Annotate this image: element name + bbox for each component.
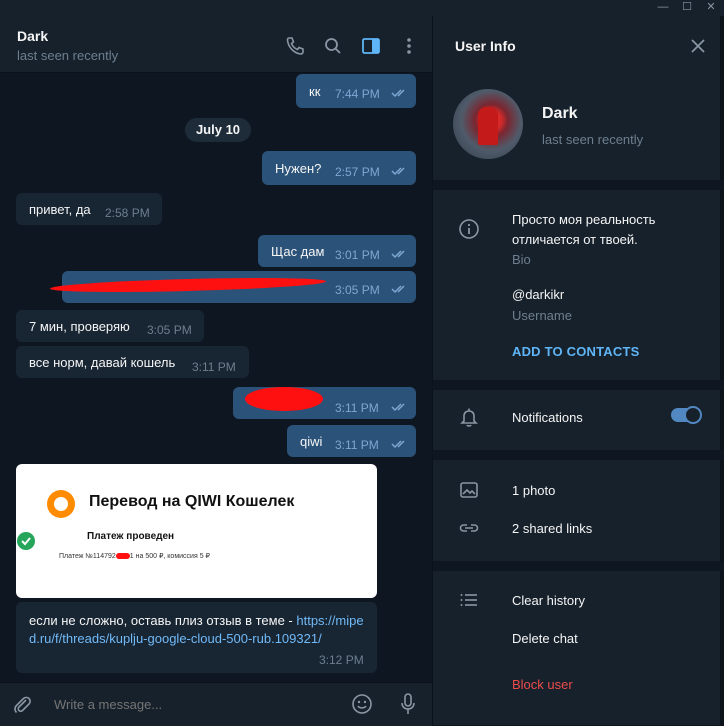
minimize-button[interactable]: — <box>652 0 674 16</box>
message-input[interactable] <box>52 696 336 713</box>
qiwi-title: Перевод на QIWI Кошелек <box>89 493 295 510</box>
message-text: привет, да <box>29 202 91 217</box>
payment-status: Платеж проведен <box>87 531 175 542</box>
message-time: 3:05 PM <box>147 323 192 337</box>
message-bubble[interactable]: все норм, давай кошель 3:11 PM <box>16 346 249 378</box>
double-check-icon <box>391 440 405 449</box>
redaction-mark <box>245 387 323 411</box>
emoji-icon[interactable] <box>351 693 373 715</box>
delete-chat-button[interactable]: Delete chat <box>512 631 578 646</box>
redaction-mark <box>115 553 130 560</box>
message-time: 3:11 PM <box>335 438 379 452</box>
message-text: Нужен? <box>275 161 322 176</box>
section-divider <box>433 180 724 190</box>
shared-photos[interactable]: 1 photo <box>512 483 555 498</box>
message-text: Щас дам <box>271 244 325 259</box>
date-separator: July 10 <box>185 118 251 142</box>
chat-header[interactable]: Dark last seen recently <box>0 16 432 73</box>
close-icon[interactable] <box>688 36 708 56</box>
chat-title[interactable]: Dark <box>17 28 48 44</box>
payment-detail-suffix: 1 на 500 ₽, комиссия 5 ₽ <box>129 553 210 560</box>
user-name: Dark <box>542 105 578 122</box>
message-bubble[interactable]: если не сложно, оставь плиз отзыв в теме… <box>16 602 377 673</box>
compose-bar <box>0 682 432 726</box>
user-status: last seen recently <box>542 132 644 147</box>
user-info-panel: User Info Dark last seen recently Просто… <box>433 16 724 725</box>
close-window-button[interactable]: ✕ <box>700 0 722 16</box>
search-icon[interactable] <box>322 35 344 57</box>
block-user-button[interactable]: Block user <box>512 677 573 692</box>
photo-message[interactable]: Перевод на QIWI Кошелек Платеж проведен … <box>16 464 377 598</box>
message-text: qiwi <box>300 434 323 449</box>
panel-title: User Info <box>455 38 516 54</box>
message-time: 3:11 PM <box>335 401 379 415</box>
message-time: 2:57 PM <box>335 165 380 179</box>
avatar[interactable] <box>453 89 523 159</box>
list-icon <box>460 594 477 606</box>
window-titlebar: — ☐ ✕ <box>0 0 724 16</box>
message-text: если не сложно, оставь плиз отзыв в теме… <box>29 612 369 648</box>
message-time: 3:12 PM <box>319 653 364 667</box>
chat-status: last seen recently <box>17 48 119 63</box>
message-list[interactable]: кк 7:44 PM July 10 Нужен? 2:57 PM привет… <box>0 73 432 681</box>
notifications-toggle[interactable] <box>671 406 702 424</box>
clear-history-button[interactable]: Clear history <box>512 593 585 608</box>
maximize-button[interactable]: ☐ <box>676 0 698 16</box>
message-bubble[interactable]: Щас дам 3:01 PM <box>258 235 416 267</box>
message-bubble[interactable]: qiwi 3:11 PM <box>287 425 416 457</box>
photo-icon <box>460 482 478 498</box>
payment-detail-prefix: Платеж №114792 <box>59 553 116 560</box>
message-text: кк <box>309 84 321 99</box>
double-check-icon <box>391 403 405 412</box>
message-text: все норм, давай кошель <box>29 355 176 370</box>
more-icon[interactable] <box>398 35 420 57</box>
sidebar-toggle-icon[interactable] <box>360 35 382 57</box>
success-check-icon <box>17 532 35 550</box>
message-body: если не сложно, оставь плиз отзыв в теме… <box>29 613 297 628</box>
double-check-icon <box>391 250 405 259</box>
qiwi-logo <box>47 490 75 518</box>
phone-icon[interactable] <box>284 35 306 57</box>
double-check-icon <box>391 89 405 98</box>
bio-text: Просто моя реальность отличается от твое… <box>512 212 656 247</box>
message-text: 7 мин, проверяю <box>29 319 130 334</box>
scrollbar[interactable] <box>720 16 724 725</box>
section-divider <box>433 380 724 390</box>
message-bubble[interactable]: привет, да 2:58 PM <box>16 193 162 225</box>
attach-icon[interactable] <box>11 693 33 715</box>
username-value[interactable]: @darkikr <box>512 287 564 302</box>
message-time: 2:58 PM <box>105 206 150 220</box>
info-icon <box>459 219 479 239</box>
bell-icon <box>460 408 478 427</box>
add-to-contacts-button[interactable]: ADD TO CONTACTS <box>512 344 639 359</box>
message-time: 3:01 PM <box>335 248 380 262</box>
double-check-icon <box>391 167 405 176</box>
section-divider <box>433 450 724 460</box>
username-label: Username <box>512 308 572 323</box>
message-time: 7:44 PM <box>335 87 380 101</box>
link-icon <box>459 524 479 532</box>
message-bubble[interactable]: 7 мин, проверяю 3:05 PM <box>16 310 204 342</box>
payment-detail: Платеж №114792 1 на 500 ₽, комиссия 5 ₽ <box>59 552 210 560</box>
message-bubble[interactable]: кк 7:44 PM <box>296 74 416 108</box>
message-time: 3:05 PM <box>335 283 380 297</box>
bio-label: Bio <box>512 252 531 267</box>
message-time: 3:11 PM <box>192 360 236 374</box>
message-bubble[interactable]: Нужен? 2:57 PM <box>262 151 416 185</box>
section-divider <box>433 561 724 571</box>
notifications-label: Notifications <box>512 410 583 425</box>
toggle-knob <box>684 406 702 424</box>
microphone-icon[interactable] <box>397 692 419 716</box>
double-check-icon <box>391 285 405 294</box>
shared-links[interactable]: 2 shared links <box>512 521 592 536</box>
